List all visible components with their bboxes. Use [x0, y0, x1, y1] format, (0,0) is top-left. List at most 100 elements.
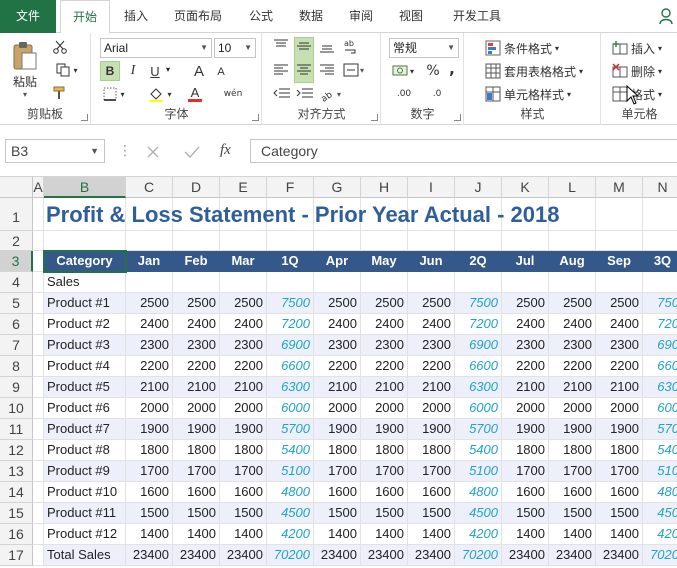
row-header-1[interactable]: 1 [0, 198, 33, 231]
cell[interactable] [33, 231, 44, 251]
insert-cells-button[interactable]: 插入 ▾ [612, 38, 662, 58]
data-cell[interactable]: 1900 [408, 419, 455, 440]
row-label[interactable]: Product #8 [44, 440, 126, 461]
data-cell[interactable]: 23400 [314, 545, 361, 566]
data-cell[interactable]: 1700 [126, 461, 173, 482]
cell[interactable] [33, 314, 44, 335]
data-cell[interactable]: 5100 [267, 461, 314, 482]
increase-decimal-button[interactable]: .00 [391, 85, 417, 103]
data-cell[interactable]: 6300 [455, 377, 502, 398]
data-cell[interactable]: 2100 [314, 377, 361, 398]
data-cell[interactable]: 23400 [596, 545, 643, 566]
row-header-15[interactable]: 15 [0, 503, 33, 524]
header-cell-jan[interactable]: Jan [126, 251, 173, 272]
column-header-c[interactable]: C [126, 177, 173, 198]
header-cell-3q[interactable]: 3Q [643, 251, 677, 272]
data-cell[interactable]: 2000 [408, 398, 455, 419]
data-cell[interactable]: 2500 [361, 293, 408, 314]
header-cell-jun[interactable]: Jun [408, 251, 455, 272]
data-cell[interactable]: 1800 [220, 440, 267, 461]
data-cell[interactable]: 6600 [267, 356, 314, 377]
tab-view[interactable]: 视图 [388, 0, 434, 33]
cell[interactable] [33, 398, 44, 419]
align-right-icon[interactable] [319, 63, 335, 77]
data-cell[interactable]: 4800 [267, 482, 314, 503]
cell[interactable] [33, 545, 44, 566]
cell[interactable] [33, 524, 44, 545]
data-cell[interactable]: 1800 [126, 440, 173, 461]
shrink-font-button[interactable]: A [212, 63, 230, 81]
data-cell[interactable]: 510 [643, 461, 677, 482]
data-cell[interactable]: 1800 [549, 440, 596, 461]
cell[interactable] [267, 272, 314, 293]
data-cell[interactable]: 1900 [361, 419, 408, 440]
data-cell[interactable]: 1700 [361, 461, 408, 482]
font-color-button[interactable]: A [180, 85, 210, 103]
row-header-13[interactable]: 13 [0, 461, 33, 482]
data-cell[interactable]: 2000 [126, 398, 173, 419]
row-header-3[interactable]: 3 [0, 251, 33, 272]
paste-button[interactable]: 粘贴 ▾ [8, 39, 42, 101]
data-cell[interactable]: 2500 [173, 293, 220, 314]
data-cell[interactable]: 1700 [596, 461, 643, 482]
column-header-f[interactable]: F [267, 177, 314, 198]
data-cell[interactable]: 5400 [267, 440, 314, 461]
column-header-l[interactable]: L [549, 177, 596, 198]
cell[interactable] [220, 231, 267, 251]
column-header-n[interactable]: N [643, 177, 677, 198]
data-cell[interactable]: 5400 [455, 440, 502, 461]
font-launcher-icon[interactable] [252, 114, 259, 121]
header-cell-1q[interactable]: 1Q [267, 251, 314, 272]
data-cell[interactable]: 23400 [220, 545, 267, 566]
tab-data[interactable]: 数据 [288, 0, 334, 33]
data-cell[interactable]: 2200 [220, 356, 267, 377]
data-cell[interactable]: 2100 [549, 377, 596, 398]
cell[interactable] [643, 198, 677, 231]
header-cell-apr[interactable]: Apr [314, 251, 361, 272]
data-cell[interactable]: 2400 [361, 314, 408, 335]
tab-developer[interactable]: 开发工具 [440, 0, 514, 33]
fill-color-button[interactable]: ▾ [144, 85, 176, 103]
data-cell[interactable]: 1500 [220, 503, 267, 524]
data-cell[interactable]: 1500 [596, 503, 643, 524]
data-cell[interactable]: 2300 [361, 335, 408, 356]
data-cell[interactable]: 6900 [267, 335, 314, 356]
data-cell[interactable]: 1800 [596, 440, 643, 461]
select-all-corner[interactable] [0, 177, 33, 198]
data-cell[interactable]: 23400 [126, 545, 173, 566]
data-cell[interactable]: 1700 [220, 461, 267, 482]
data-cell[interactable]: 2000 [361, 398, 408, 419]
data-cell[interactable]: 1600 [596, 482, 643, 503]
data-cell[interactable]: 720 [643, 314, 677, 335]
decrease-decimal-button[interactable]: .0 [424, 85, 450, 103]
data-cell[interactable]: 1500 [126, 503, 173, 524]
row-header-16[interactable]: 16 [0, 524, 33, 545]
data-cell[interactable]: 1900 [596, 419, 643, 440]
data-cell[interactable]: 2300 [549, 335, 596, 356]
data-cell[interactable]: 2000 [220, 398, 267, 419]
align-bottom-icon[interactable] [319, 39, 335, 53]
column-header-k[interactable]: K [502, 177, 549, 198]
tab-home[interactable]: 开始 [60, 0, 110, 34]
cell[interactable] [455, 231, 502, 251]
header-cell-2q[interactable]: 2Q [455, 251, 502, 272]
column-header-e[interactable]: E [220, 177, 267, 198]
data-cell[interactable]: 4800 [455, 482, 502, 503]
section-label-sales[interactable]: Sales [44, 272, 126, 293]
data-cell[interactable]: 1400 [173, 524, 220, 545]
underline-button[interactable]: U [146, 61, 164, 81]
wrap-text-icon[interactable]: ab [343, 37, 361, 55]
data-cell[interactable]: 1600 [408, 482, 455, 503]
formula-input[interactable]: Category [250, 139, 677, 163]
format-painter-button[interactable] [52, 85, 68, 101]
data-cell[interactable]: 23400 [173, 545, 220, 566]
data-cell[interactable]: 1900 [502, 419, 549, 440]
data-cell[interactable]: 630 [643, 377, 677, 398]
data-cell[interactable]: 2300 [596, 335, 643, 356]
data-cell[interactable]: 2200 [314, 356, 361, 377]
orientation-icon[interactable]: ab ▾ [319, 85, 345, 103]
data-cell[interactable]: 2000 [549, 398, 596, 419]
data-cell[interactable]: 7200 [267, 314, 314, 335]
cell[interactable] [643, 272, 677, 293]
data-cell[interactable]: 1900 [126, 419, 173, 440]
